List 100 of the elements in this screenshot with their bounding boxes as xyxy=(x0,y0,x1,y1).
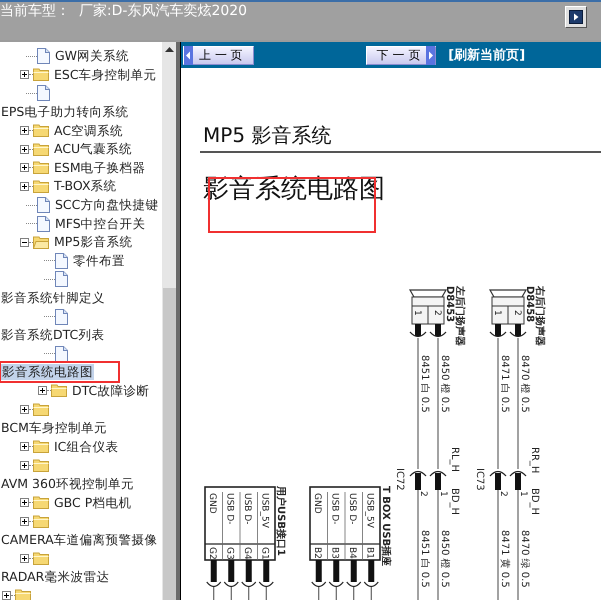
expand-icon[interactable] xyxy=(20,70,29,80)
wire-label: 8451 白 0.5 xyxy=(419,530,430,588)
document-icon xyxy=(37,85,50,102)
expand-icon[interactable] xyxy=(20,405,29,414)
pin-name: GND xyxy=(312,493,322,514)
document-icon xyxy=(55,271,68,288)
connector-name: T BOX USB插座 xyxy=(380,486,391,566)
expand-icon[interactable] xyxy=(2,591,11,600)
expand-icon[interactable] xyxy=(20,516,29,526)
next-page-button[interactable]: 下 一 页 xyxy=(366,46,436,64)
scroll-up-icon[interactable] xyxy=(164,47,174,52)
pin-name: USB_5V xyxy=(259,493,270,528)
document-icon xyxy=(37,216,50,232)
expand-icon[interactable] xyxy=(20,163,29,172)
toggle-button[interactable] xyxy=(565,6,587,28)
speaker-connector-drawing xyxy=(408,289,448,338)
pin-number: 1 xyxy=(412,310,422,316)
wire xyxy=(336,586,337,600)
document-icon xyxy=(37,48,50,64)
signal-label: BD_H xyxy=(529,488,540,516)
pin-code: G4 xyxy=(242,547,252,560)
tree-item[interactable]: ESM电子换档器 xyxy=(53,160,147,176)
pin-name: USB D- xyxy=(224,493,234,525)
wire-label: 8470 绿 0.5 xyxy=(519,530,530,588)
expand-icon[interactable] xyxy=(20,460,29,470)
tree-item[interactable]: 影音系统DTC列表 xyxy=(0,327,106,344)
pin-code: B4 xyxy=(346,547,357,559)
prev-page-button[interactable]: 上 一 页 xyxy=(183,46,254,64)
speaker-connector-drawing xyxy=(488,289,528,338)
tree-item[interactable]: DTC故障诊断 xyxy=(71,382,150,399)
tree-item[interactable]: SCC方向盘快捷键 xyxy=(54,197,160,214)
expand-icon[interactable] xyxy=(20,498,29,508)
folder-icon xyxy=(33,180,49,193)
pin-code: G3 xyxy=(224,547,234,560)
scrollbar[interactable] xyxy=(162,42,176,600)
tree-item[interactable]: IC组合仪表 xyxy=(53,438,120,455)
pin-name: USB D- xyxy=(242,493,252,525)
pin-name: GND xyxy=(206,493,217,514)
wire xyxy=(230,586,232,600)
tree-item[interactable]: AVM 360环视控制单元 xyxy=(0,476,135,492)
pin-code: B2 xyxy=(312,547,322,559)
pin-number: 2 xyxy=(432,310,442,316)
tree-item[interactable]: CAMERA车道偏离预警摄像 xyxy=(0,532,159,548)
folder-icon xyxy=(33,124,49,138)
folder-icon xyxy=(33,161,49,174)
pin-name: USB_5V xyxy=(364,493,374,528)
collapse-icon[interactable] xyxy=(20,238,29,247)
vehicle-title: 当前车型： 厂家:D-东风汽车奕炫2020 xyxy=(0,2,248,20)
expand-icon[interactable] xyxy=(38,386,47,396)
folder-icon xyxy=(33,552,49,565)
speaker-name: 左后门扬声器 xyxy=(454,286,465,346)
folder-icon xyxy=(51,384,67,398)
pin-name: USB D- xyxy=(329,493,340,525)
tree-item[interactable]: MP5影音系统 xyxy=(53,234,134,250)
connector-name: 用户USB接口1 xyxy=(275,486,286,556)
tree-item[interactable]: ESC车身控制单元 xyxy=(53,66,158,83)
pin-number: 2 xyxy=(512,310,522,316)
tree-item[interactable]: GW网关系统 xyxy=(54,48,130,64)
expand-icon[interactable] xyxy=(20,442,29,452)
tree-item[interactable]: RADAR毫米波雷达 xyxy=(0,568,110,585)
connector-code: D8453 xyxy=(444,286,455,322)
document-icon xyxy=(55,308,68,325)
refresh-page-link[interactable]: [刷新当前页] xyxy=(448,46,526,64)
tree-item[interactable]: ACU气囊系统 xyxy=(53,141,134,158)
wire-label: 8470 橙 0.5 xyxy=(519,355,530,413)
tree-item[interactable]: EPS电子助力转向系统 xyxy=(0,104,130,120)
folder-icon xyxy=(33,458,49,472)
expand-icon[interactable] xyxy=(20,182,29,191)
folder-icon xyxy=(33,68,49,82)
document-icon xyxy=(37,197,50,214)
folder-icon xyxy=(33,142,49,156)
wire xyxy=(213,586,214,600)
tree-item[interactable]: T-BOX系统 xyxy=(53,178,118,194)
expand-icon[interactable] xyxy=(20,126,29,136)
folder-icon xyxy=(33,440,49,454)
expand-icon[interactable] xyxy=(20,144,29,154)
connector-code: IC72 xyxy=(394,468,405,491)
tree-item[interactable]: MFS中控台开关 xyxy=(54,216,147,232)
pin-code: B3 xyxy=(329,547,340,559)
pin-number: 2 xyxy=(418,491,428,497)
signal-label: RR_H xyxy=(529,447,540,474)
folder-icon xyxy=(33,496,49,510)
wire-label: 8451 白 0.5 xyxy=(419,355,430,413)
pin-code: G1 xyxy=(259,547,270,560)
expand-icon[interactable] xyxy=(20,554,29,563)
tree-item[interactable]: 零件布置 xyxy=(72,252,126,269)
wire-label: 8471 黄 0.5 xyxy=(499,530,510,588)
tree-item[interactable]: 影音系统电路图 xyxy=(1,364,94,380)
tree-item[interactable]: GBC P档电机 xyxy=(53,494,132,511)
tree-item[interactable]: AC空调系统 xyxy=(53,122,124,139)
connector-code: D8458 xyxy=(524,286,535,322)
wire xyxy=(353,586,354,600)
folder-icon xyxy=(33,403,49,416)
pin-number: 2 xyxy=(498,491,508,497)
wire xyxy=(266,586,267,600)
wire-label: 8450 橙 0.5 xyxy=(439,530,450,588)
inline-connector-drawing xyxy=(410,470,446,490)
tree-item[interactable]: BCM车身控制单元 xyxy=(0,420,108,436)
scrollbar-thumb[interactable] xyxy=(162,288,176,600)
tree-item[interactable]: 影音系统针脚定义 xyxy=(0,290,106,306)
